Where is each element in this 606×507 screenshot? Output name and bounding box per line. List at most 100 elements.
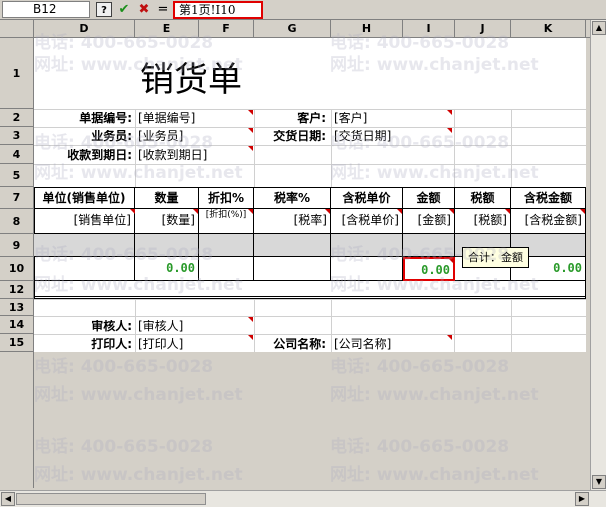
detail-row-cell[interactable] (34, 234, 135, 257)
spreadsheet-window: B12 ? ✔ ✖ = 第1页!I10 D E F G H I J K 1 2 … (0, 0, 606, 507)
column-header-e[interactable]: E (135, 20, 199, 38)
help-icon[interactable]: ? (96, 2, 112, 17)
total-row-cell[interactable] (331, 257, 403, 281)
comment-marker (248, 209, 253, 214)
detail-row-cell[interactable] (135, 234, 199, 257)
detail-row-cell[interactable] (331, 234, 403, 257)
cell-comment-tooltip: 合计：金额 (462, 247, 529, 268)
comment-marker (397, 209, 402, 214)
delivery-date-label: 交货日期: (273, 130, 326, 142)
due-date-label: 收款到期日: (67, 149, 132, 161)
vertical-scrollbar[interactable]: ▲ ▼ (590, 20, 606, 490)
comment-marker (248, 317, 253, 322)
row-header-14[interactable]: 14 (0, 316, 34, 334)
row-header-12[interactable]: 12 (0, 281, 34, 299)
doc-no-field[interactable]: [单据编号] (138, 112, 248, 124)
row-header-filler (0, 352, 34, 488)
confirm-check-icon[interactable]: ✔ (116, 2, 132, 17)
comment-marker (580, 209, 585, 214)
comment-marker (193, 209, 198, 214)
field-tax-rate[interactable]: [税率] (254, 209, 331, 234)
detail-row-cell[interactable] (199, 234, 254, 257)
column-header-i[interactable]: I (403, 20, 455, 38)
comment-marker (248, 335, 253, 340)
field-tax[interactable]: [税额] (455, 209, 511, 234)
detail-row-cell[interactable] (254, 234, 331, 257)
row-header-1[interactable]: 1 (0, 38, 34, 109)
comment-marker (449, 259, 454, 264)
comment-marker (447, 110, 452, 115)
column-header-h[interactable]: H (331, 20, 403, 38)
comment-marker (130, 209, 135, 214)
row-header-13[interactable]: 13 (0, 299, 34, 316)
total-row-cell[interactable] (199, 257, 254, 281)
salesman-field[interactable]: [业务员] (138, 130, 248, 142)
column-header-j[interactable]: J (455, 20, 511, 38)
auditor-label: 审核人: (91, 320, 132, 332)
horizontal-scroll-thumb[interactable] (16, 493, 206, 505)
field-discount[interactable]: [折扣(%)] (199, 209, 254, 234)
formula-input[interactable]: 第1页!I10 (173, 1, 263, 19)
scroll-down-arrow-icon[interactable]: ▼ (592, 475, 606, 489)
row-header-2[interactable]: 2 (0, 109, 34, 127)
row-header-9[interactable]: 9 (0, 234, 34, 257)
header-tax-rate: 税率% (254, 188, 331, 209)
due-date-field[interactable]: [收款到期日] (138, 149, 248, 161)
cancel-x-icon[interactable]: ✖ (136, 2, 152, 17)
comment-marker (447, 335, 452, 340)
total-row-cell[interactable] (34, 257, 135, 281)
total-row-cell[interactable] (254, 257, 331, 281)
customer-label: 客户: (297, 112, 326, 124)
auditor-field[interactable]: [审核人] (138, 320, 248, 332)
printer-field[interactable]: [打印人] (138, 338, 248, 350)
column-header-k[interactable]: K (511, 20, 586, 38)
scroll-right-arrow-icon[interactable]: ▶ (575, 492, 589, 506)
header-amount: 金额 (403, 188, 455, 209)
field-sales-unit[interactable]: [销售单位] (34, 209, 135, 234)
printer-label: 打印人: (91, 338, 132, 350)
row-header-10[interactable]: 10 (0, 257, 34, 281)
column-header-d[interactable]: D (34, 20, 135, 38)
company-label: 公司名称: (273, 338, 326, 350)
detail-row-cell[interactable] (403, 234, 455, 257)
row-header-15[interactable]: 15 (0, 334, 34, 352)
company-field[interactable]: [公司名称] (334, 338, 444, 350)
column-header-f[interactable]: F (199, 20, 254, 38)
header-discount: 折扣% (199, 188, 254, 209)
delivery-date-field[interactable]: [交货日期] (334, 130, 444, 142)
header-unit-price-tax: 含税单价 (331, 188, 403, 209)
scroll-left-arrow-icon[interactable]: ◀ (1, 492, 15, 506)
row-header-8[interactable]: 8 (0, 209, 34, 234)
field-unit-price-tax[interactable]: [含税单价] (331, 209, 403, 234)
doc-no-label: 单据编号: (79, 112, 132, 124)
row-header-3[interactable]: 3 (0, 127, 34, 145)
formula-bar: B12 ? ✔ ✖ = 第1页!I10 (0, 0, 606, 20)
field-total-with-tax[interactable]: [含税金额] (511, 209, 586, 234)
sheet-area[interactable]: 销货单 单据编号: [单据编号] 客户: [客户] 业务员: [业务员] 交货日… (34, 38, 586, 352)
comment-marker (447, 128, 452, 133)
comment-marker (248, 146, 253, 151)
comment-marker (505, 209, 510, 214)
select-all-corner[interactable] (0, 20, 34, 38)
row-header-5[interactable]: 5 (0, 164, 34, 187)
customer-field[interactable]: [客户] (334, 112, 444, 124)
sheet-outside-print-area (34, 352, 586, 488)
header-tax: 税额 (455, 188, 511, 209)
document-title: 销货单 (140, 60, 242, 100)
comment-marker (449, 209, 454, 214)
scroll-up-arrow-icon[interactable]: ▲ (592, 21, 606, 35)
total-quantity[interactable]: 0.00 (135, 257, 199, 281)
total-amount-selected-cell[interactable]: 0.00 (403, 257, 455, 281)
header-unit: 单位(销售单位) (34, 188, 135, 209)
row-header-7[interactable]: 7 (0, 187, 34, 209)
salesman-label: 业务员: (91, 130, 132, 142)
column-header-g[interactable]: G (254, 20, 331, 38)
field-amount[interactable]: [金额] (403, 209, 455, 234)
row-header-4[interactable]: 4 (0, 145, 34, 164)
name-box[interactable]: B12 (2, 1, 90, 18)
header-quantity: 数量 (135, 188, 199, 209)
comment-marker (248, 110, 253, 115)
field-quantity[interactable]: [数量] (135, 209, 199, 234)
equals-sign: = (157, 2, 169, 17)
horizontal-scrollbar[interactable]: ◀ ▶ (0, 490, 606, 507)
